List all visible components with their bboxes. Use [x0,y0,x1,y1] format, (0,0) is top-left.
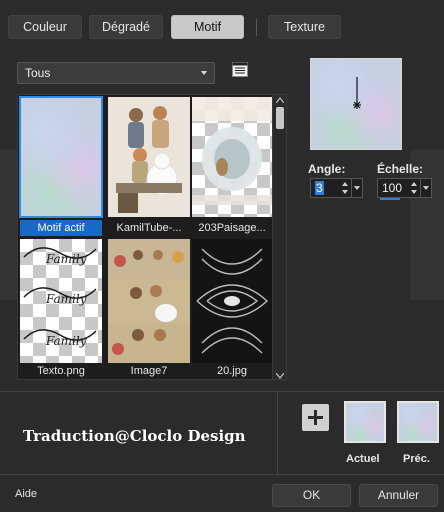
tab-couleur[interactable]: Couleur [8,15,82,39]
gallery-item-kamiltube[interactable] [108,97,190,217]
category-dropdown-value: Tous [25,66,51,80]
spin-updown-icon[interactable] [409,179,419,197]
thumb-text: Family [45,292,87,306]
plus-icon [308,410,323,425]
ok-button[interactable]: OK [272,484,351,507]
pattern-gallery: Motif actif KamilTube-... 203Paisage... … [17,94,287,380]
scroll-down-icon[interactable] [276,373,284,379]
footer-divider [0,474,444,475]
previous-swatch[interactable] [397,401,439,443]
thumb-text: Family [45,252,87,266]
scale-input[interactable]: 100 [377,178,432,200]
tab-motif[interactable]: Motif [171,15,244,39]
previous-swatch-label: Préc. [403,453,430,465]
angle-value: 3 [315,181,324,195]
gallery-scrollbar[interactable] [272,95,286,379]
gallery-item-20jpg[interactable] [192,239,272,363]
gallery-caption: Texto.png [37,365,85,377]
section-divider [277,391,278,474]
landscape-thumbnail [192,97,272,217]
family-collage-thumbnail [108,239,190,363]
gallery-caption: 203Paisage... [198,222,266,234]
chevron-down-icon[interactable] [351,179,362,197]
angle-label: Angle: [308,162,346,176]
gallery-caption: Motif actif [20,220,102,236]
crosshair-icon [353,101,361,109]
scale-slider-indicator [380,198,400,200]
tab-divider [256,19,257,36]
section-divider [0,391,444,392]
category-dropdown[interactable]: Tous [17,62,215,84]
family-photo-thumbnail [108,97,190,217]
scroll-up-icon[interactable] [276,97,284,103]
scroll-thumb[interactable] [276,107,284,129]
gallery-caption: 20.jpg [217,365,247,377]
chevron-down-icon [201,71,207,75]
pattern-preview[interactable] [310,58,402,150]
add-swatch-button[interactable] [302,404,329,431]
text-family-thumbnail: Family Family Family [20,239,102,363]
spin-updown-icon[interactable] [340,179,350,197]
gallery-item-paisage[interactable] [192,97,272,217]
help-link[interactable]: Aide [15,488,37,500]
translation-credit: Traduction@Cloclo Design [23,427,246,445]
cancel-button[interactable]: Annuler [359,484,438,507]
thumb-text: Family [45,334,87,348]
chevron-down-icon[interactable] [420,179,431,197]
scale-value: 100 [382,181,403,195]
gallery-item-motif-actif[interactable] [19,96,103,218]
angle-input[interactable]: 3 [310,178,363,198]
gallery-item-texto[interactable]: Family Family Family [20,239,102,363]
fractal-thumbnail [192,239,272,363]
tab-degrade[interactable]: Dégradé [89,15,163,39]
gallery-caption: Image7 [130,365,168,377]
scale-label: Échelle: [377,162,424,176]
list-options-icon[interactable] [232,62,248,77]
pattern-thumbnail [19,96,103,218]
gallery-caption: KamilTube-... [116,222,182,234]
current-swatch-label: Actuel [346,453,380,465]
tab-texture[interactable]: Texture [268,15,341,39]
gallery-item-image7[interactable] [108,239,190,363]
current-swatch[interactable] [344,401,386,443]
